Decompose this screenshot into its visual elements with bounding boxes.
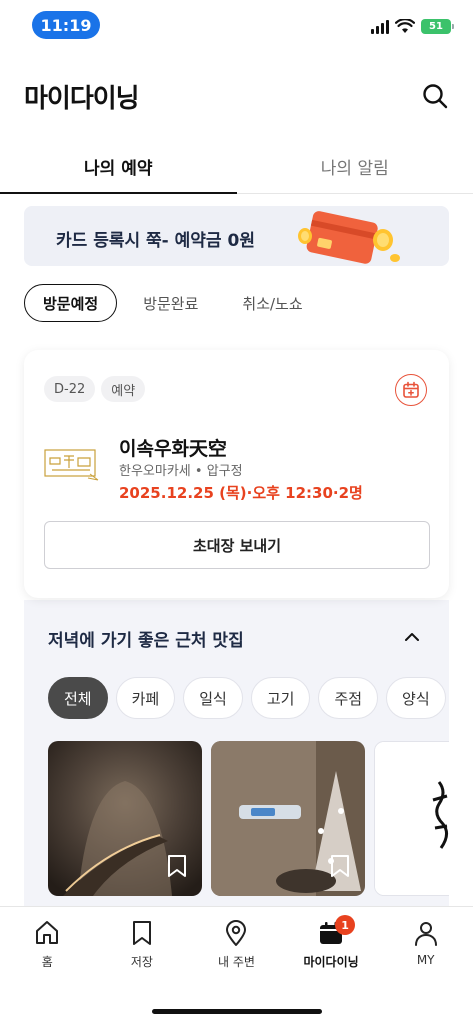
nav-nearby-label: 내 주변	[218, 955, 255, 969]
category-meat[interactable]: 고기	[250, 677, 311, 719]
restaurant-card[interactable]	[48, 741, 202, 896]
add-to-calendar-button[interactable]	[395, 374, 427, 406]
status-icons: 51	[371, 19, 454, 34]
bottom-navigation: 홈 저장 내 주변 1 마이다이닝 MY	[0, 906, 473, 1024]
status-time: 11:19	[32, 11, 100, 39]
bookmark-icon[interactable]	[166, 854, 188, 878]
wifi-icon	[395, 19, 415, 33]
home-icon	[36, 921, 59, 944]
restaurant-meta: 한우오마카세 • 압구정	[119, 464, 243, 479]
location-pin-icon	[226, 920, 247, 946]
restaurant-photo	[375, 742, 449, 895]
nearby-restaurant-cards	[48, 741, 449, 896]
filter-completed[interactable]: 방문완료	[125, 284, 216, 322]
reservation-card[interactable]: D-22 예약 이속우화天空 한우오마카세 • 압구정 2025.12.25 (…	[24, 350, 449, 598]
reservation-datetime: 2025.12.25 (목)·오후 12:30·2명	[119, 484, 363, 502]
category-chips: 전체 카페 일식 고기 주점 양식	[48, 677, 449, 719]
category-japanese[interactable]: 일식	[183, 677, 243, 719]
restaurant-card[interactable]	[374, 741, 449, 896]
category-cafe[interactable]: 카페	[115, 677, 176, 719]
filter-cancelled-noshow[interactable]: 취소/노쇼	[224, 284, 320, 322]
category-western[interactable]: 양식	[386, 677, 446, 719]
search-icon[interactable]	[421, 82, 449, 110]
nav-my-dining[interactable]: 1 마이다이닝	[284, 907, 379, 979]
nav-my-dining-label: 마이다이닝	[303, 955, 359, 969]
battery-icon: 51	[421, 19, 454, 34]
banner-text: 카드 등록시 쭉- 예약금 0원	[56, 231, 255, 251]
nav-saved[interactable]: 저장	[95, 907, 190, 979]
restaurant-name: 이속우화天空	[119, 438, 227, 460]
send-invitation-button[interactable]: 초대장 보내기	[44, 521, 430, 569]
chevron-up-icon[interactable]	[403, 628, 421, 646]
filter-upcoming[interactable]: 방문예정	[24, 284, 118, 322]
card-promo-banner[interactable]: 카드 등록시 쭉- 예약금 0원	[24, 206, 449, 266]
nav-my-label: MY	[416, 953, 435, 967]
nav-home-label: 홈	[41, 955, 53, 969]
person-icon	[414, 922, 437, 946]
tab-my-notifications[interactable]: 나의 알림	[237, 140, 473, 193]
visit-status-filters: 방문예정 방문완료 취소/노쇼	[24, 284, 321, 322]
notification-badge: 1	[335, 915, 356, 935]
credit-card-coins-icon	[298, 211, 400, 264]
calendar-plus-icon	[403, 381, 419, 398]
home-indicator[interactable]	[152, 1009, 322, 1014]
d-day-badge: D-22	[44, 376, 96, 402]
bookmark-icon[interactable]	[329, 854, 351, 878]
restaurant-card[interactable]	[211, 741, 365, 896]
nav-nearby[interactable]: 내 주변	[189, 907, 284, 979]
nav-home[interactable]: 홈	[0, 907, 95, 979]
bookmark-icon	[132, 921, 151, 945]
reservation-tags: D-22 예약	[44, 376, 146, 402]
category-all[interactable]: 전체	[48, 677, 108, 719]
page-title: 마이다이닝	[24, 84, 140, 114]
category-pub[interactable]: 주점	[318, 677, 379, 719]
status-badge: 예약	[101, 376, 146, 402]
main-tabs: 나의 예약 나의 알림	[0, 140, 473, 194]
nearby-section-title: 저녁에 가기 좋은 근처 맛집	[48, 631, 244, 651]
nav-saved-label: 저장	[130, 955, 153, 969]
cellular-signal-icon	[371, 19, 389, 34]
tab-my-reservations[interactable]: 나의 예약	[0, 140, 237, 194]
nav-my[interactable]: MY	[378, 907, 473, 979]
status-bar: 11:19 51	[0, 0, 473, 50]
restaurant-logo	[44, 449, 99, 481]
